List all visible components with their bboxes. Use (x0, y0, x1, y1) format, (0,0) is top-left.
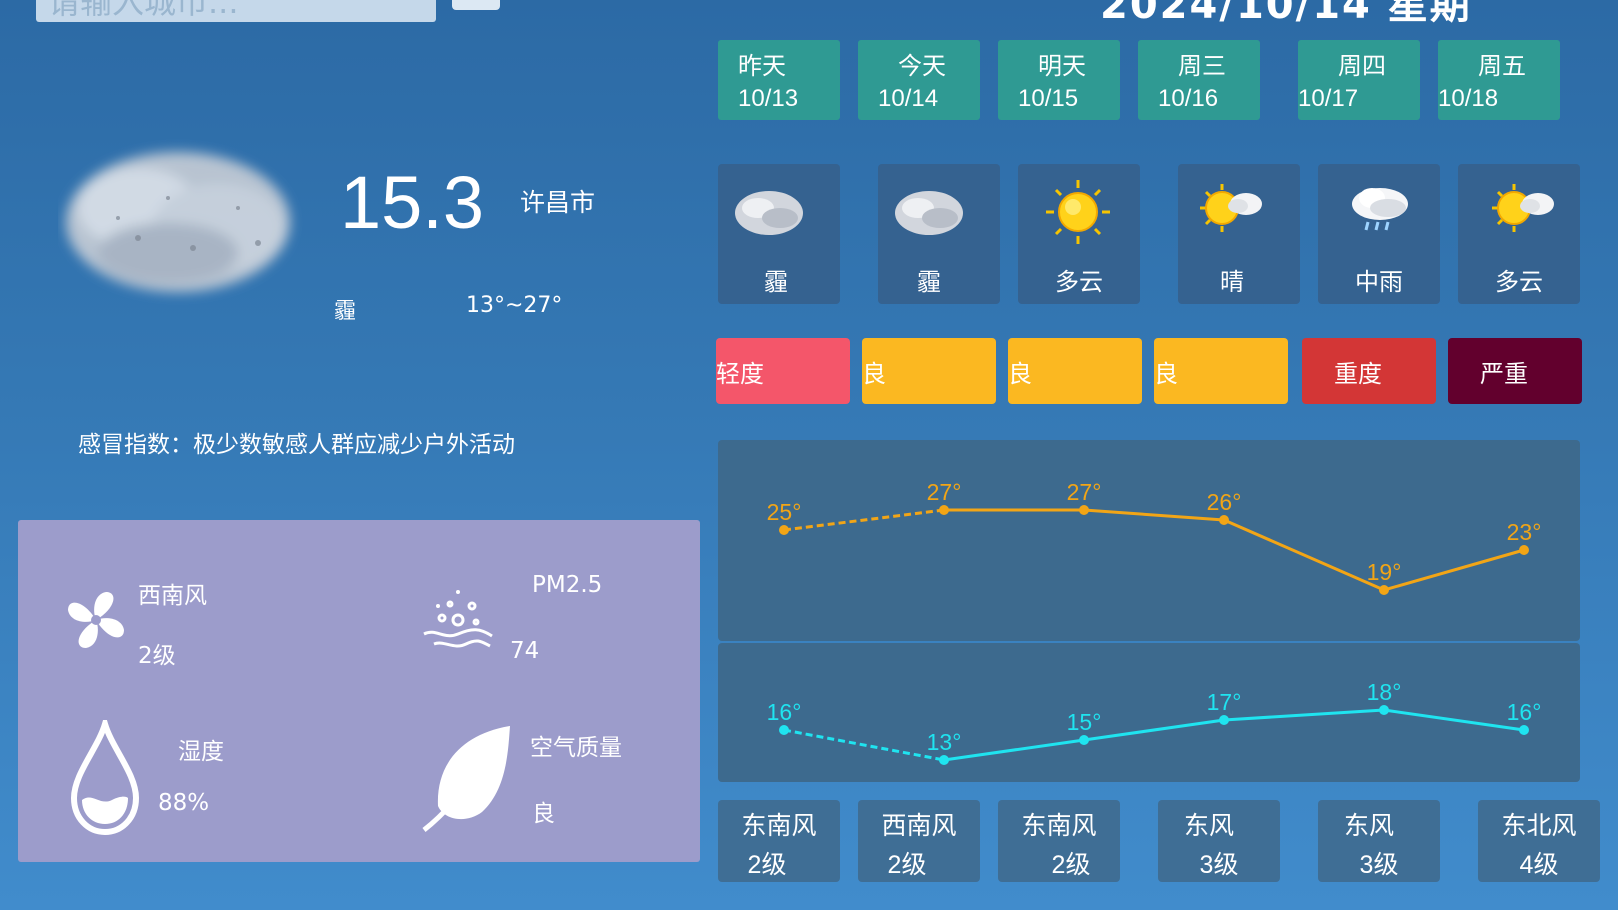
temperature-point (1079, 505, 1089, 515)
wind-card: 东南风 2级 (998, 800, 1120, 882)
temperature-label: 26° (1207, 489, 1242, 515)
temperature-label: 19° (1367, 559, 1402, 585)
wind-direction: 东风 (1183, 811, 1234, 840)
wind-direction: 东南风 (1021, 811, 1097, 840)
wind-level: 2级 (887, 851, 927, 879)
wind-level: 2级 (1051, 851, 1091, 879)
temperature-point (1519, 725, 1529, 735)
wind-card: 东风 3级 (1158, 800, 1280, 882)
series-line-segment (783, 508, 945, 532)
temperature-point (1219, 715, 1229, 725)
temperature-point (939, 755, 949, 765)
series-line-segment (1383, 708, 1525, 732)
temperature-label: 13° (927, 729, 962, 755)
temperature-point (1379, 705, 1389, 715)
wind-card: 东南风 2级 (718, 800, 840, 882)
wind-direction: 东南风 (741, 811, 817, 840)
temperature-point (1219, 515, 1229, 525)
temperature-label: 17° (1207, 689, 1242, 715)
wind-level: 3级 (1199, 851, 1239, 879)
temperature-point (779, 725, 789, 735)
wind-direction: 东北风 (1501, 811, 1577, 840)
series-line-segment (1223, 518, 1385, 592)
temperature-point (779, 525, 789, 535)
series-line-segment (943, 738, 1085, 762)
wind-level: 3级 (1359, 851, 1399, 879)
series-line-segment (1223, 708, 1385, 722)
temperature-chart: 25° 27° 27° 26° 19° 23° 16° 13° 15° 17° 18° 16° (767, 479, 1542, 765)
temperature-point (939, 505, 949, 515)
temperature-label: 16° (1507, 699, 1542, 725)
series-line-segment (783, 728, 945, 762)
temperature-label: 25° (767, 499, 802, 525)
temperature-label: 27° (927, 479, 962, 505)
temperature-point (1519, 545, 1529, 555)
series-line-segment (1083, 718, 1225, 742)
wind-direction: 东风 (1343, 811, 1394, 840)
wind-card: 东风 3级 (1318, 800, 1440, 882)
temperature-point (1079, 735, 1089, 745)
temperature-point (1379, 585, 1389, 595)
wind-level: 4级 (1519, 851, 1559, 879)
wind-direction: 西南风 (881, 811, 957, 840)
series-line-segment (1083, 508, 1225, 522)
wind-card: 西南风 2级 (858, 800, 980, 882)
wind-level: 2级 (747, 851, 787, 879)
temperature-label: 16° (767, 699, 802, 725)
temperature-label: 27° (1067, 479, 1102, 505)
series-line-segment (1383, 548, 1525, 592)
temperature-label: 23° (1507, 519, 1542, 545)
temperature-label: 15° (1067, 709, 1102, 735)
wind-card: 东北风 4级 (1478, 800, 1600, 882)
temperature-label: 18° (1367, 679, 1402, 705)
